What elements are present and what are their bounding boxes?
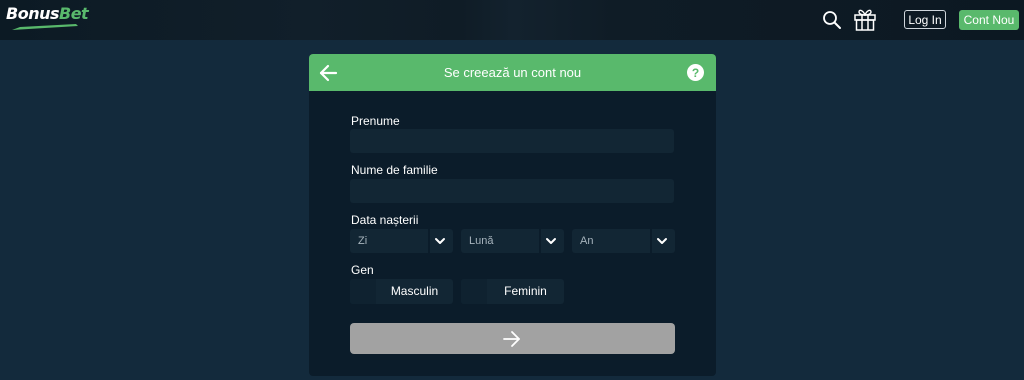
panel-header: Se creează un cont nou ?	[309, 54, 716, 91]
logo-text: BonusBet	[6, 4, 89, 24]
first-name-label: Prenume	[351, 114, 400, 128]
first-name-field[interactable]	[350, 129, 674, 153]
last-name-label: Nume de familie	[351, 163, 438, 177]
year-select-value: An	[580, 235, 594, 247]
logo-text-bet: Bet	[59, 4, 89, 23]
radio-box[interactable]	[350, 279, 376, 304]
gift-icon	[854, 9, 876, 31]
month-select-value: Lună	[469, 235, 494, 247]
registration-panel: Se creează un cont nou ? Prenume Nume de…	[309, 54, 716, 376]
gender-option-female[interactable]: Feminin	[461, 279, 564, 304]
top-navbar: BonusBet Log In Cont Nou	[0, 0, 1024, 40]
month-select[interactable]: Lună	[461, 229, 564, 253]
search-icon	[823, 11, 841, 29]
day-select[interactable]: Zi	[350, 229, 453, 253]
chevron-down-icon	[435, 238, 445, 244]
year-select[interactable]: An	[572, 229, 675, 253]
next-button[interactable]	[350, 323, 675, 354]
signup-button[interactable]: Cont Nou	[959, 10, 1019, 30]
arrow-right-icon	[503, 331, 520, 347]
search-button[interactable]	[820, 8, 844, 32]
day-select-value: Zi	[358, 235, 368, 247]
chevron-down-icon	[657, 238, 667, 244]
panel-title: Se creează un cont nou	[443, 65, 582, 80]
gender-option-female-label: Feminin	[504, 284, 547, 298]
year-select-divider	[650, 229, 652, 253]
login-button[interactable]: Log In	[904, 10, 946, 29]
gift-button[interactable]	[852, 6, 878, 32]
gender-option-male[interactable]: Masculin	[350, 279, 453, 304]
logo[interactable]: BonusBet	[6, 4, 96, 32]
chevron-down-icon	[546, 238, 556, 244]
help-icon[interactable]: ?	[687, 64, 704, 81]
radio-box[interactable]	[461, 279, 487, 304]
month-select-divider	[539, 229, 541, 253]
birthdate-label: Data nașterii	[351, 213, 419, 227]
logo-swoosh-icon	[12, 24, 78, 30]
gender-option-male-label: Masculin	[390, 284, 439, 298]
last-name-field[interactable]	[350, 179, 674, 203]
day-select-divider	[428, 229, 430, 253]
logo-text-bonus: Bonus	[6, 4, 60, 23]
gender-label: Gen	[351, 263, 374, 277]
